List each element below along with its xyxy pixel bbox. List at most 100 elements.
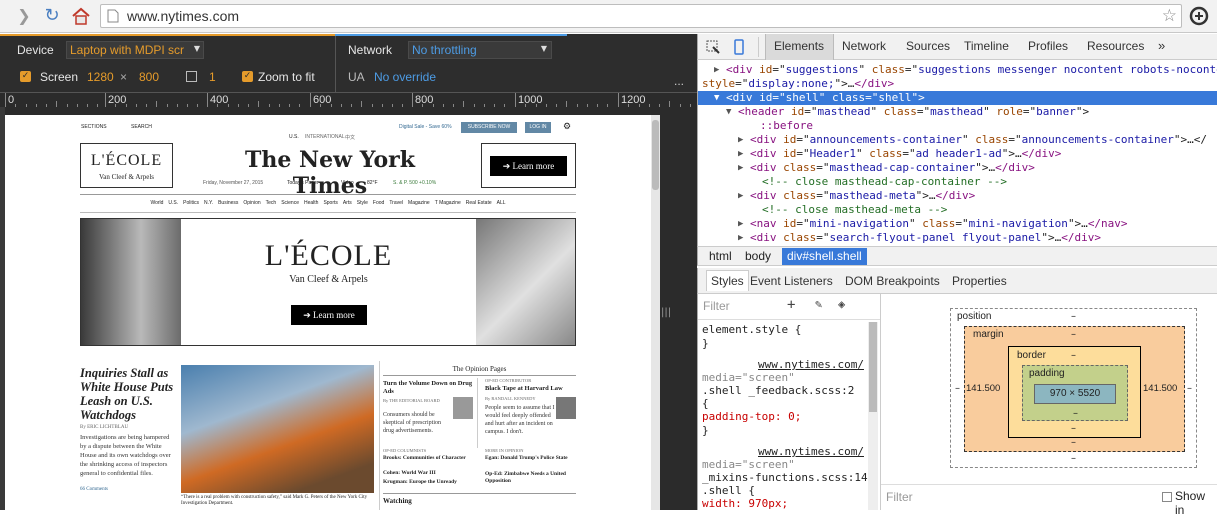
style-line[interactable]: .shell _feedback.scss:2 <box>702 384 854 397</box>
tab-timeline[interactable]: Timeline <box>964 39 1009 53</box>
style-line[interactable]: { <box>702 397 709 410</box>
nyt-nav-item[interactable]: U.S. <box>168 200 178 209</box>
extension-icon[interactable] <box>1188 5 1210 30</box>
nyt-nav-item[interactable]: Opinion <box>243 200 260 209</box>
page-scrollbar[interactable] <box>651 115 660 510</box>
expand-triangle-icon[interactable]: ▶ <box>714 63 719 77</box>
op3[interactable]: Brooks: Communities of Character <box>383 455 475 462</box>
lead-headline[interactable]: Inquiries Stall as White House Puts Leas… <box>80 366 175 422</box>
op2-headline[interactable]: Black Tape at Harvard Law <box>485 385 575 392</box>
ad-right[interactable]: ➔ Learn more <box>481 143 576 188</box>
styles-tab-3[interactable]: Properties <box>952 274 1007 288</box>
op4[interactable]: Cohen: World War III <box>383 470 436 476</box>
more-options-icon[interactable]: ... <box>674 74 684 88</box>
nyt-nav-item[interactable]: Tech <box>266 200 277 209</box>
lead-photo[interactable] <box>181 365 374 493</box>
tab-network[interactable]: Network <box>842 39 886 53</box>
dom-node[interactable]: ▶ <div id="announcements-container" class… <box>698 133 1217 147</box>
margin-right-value[interactable]: 141.500 <box>1143 383 1177 394</box>
style-line[interactable]: } <box>702 337 709 350</box>
network-select[interactable]: No throttling ▼ <box>408 41 552 59</box>
nyt-nav-item[interactable]: Health <box>304 200 318 209</box>
style-line[interactable]: _mixins-functions.scss:14 <box>702 471 868 484</box>
home-icon[interactable] <box>71 6 91 26</box>
dom-node[interactable]: <!-- close masthead-meta --> <box>698 203 1217 217</box>
nyt-nav-item[interactable]: Sports <box>323 200 337 209</box>
forward-icon[interactable]: ❯ <box>14 6 34 26</box>
crumb-1[interactable]: body <box>740 248 776 265</box>
nyt-nav-item[interactable]: T Magazine <box>435 200 461 209</box>
inspect-icon[interactable] <box>706 40 720 57</box>
zoom-checkbox[interactable]: ✓ <box>242 71 253 82</box>
dom-node[interactable]: ▶ <div class="masthead-meta">…</div> <box>698 189 1217 203</box>
style-line[interactable]: media="screen" <box>702 371 795 384</box>
tab-profiles[interactable]: Profiles <box>1028 39 1068 53</box>
tab-sources[interactable]: Sources <box>906 39 950 53</box>
reload-icon[interactable]: ↻ <box>42 6 62 26</box>
search-button[interactable]: SEARCH <box>131 124 152 130</box>
dom-node[interactable]: ▶ <nav id="mini-navigation" class="mini-n… <box>698 217 1217 231</box>
styles-tab-0[interactable]: Styles <box>706 270 749 291</box>
dom-node[interactable]: ▼ <div id="shell" class="shell"> <box>698 91 1217 105</box>
more-tabs-icon[interactable]: » <box>1158 38 1165 53</box>
bookmark-star-icon[interactable]: ☆ <box>1162 6 1177 26</box>
show-inherited-checkbox[interactable] <box>1162 492 1172 502</box>
screen-height[interactable]: 800 <box>139 70 159 84</box>
nyt-nav-item[interactable]: Food <box>373 200 384 209</box>
tab-elements[interactable]: Elements <box>774 39 824 53</box>
new-rule-icon[interactable]: + <box>787 297 795 313</box>
style-line[interactable]: } <box>702 424 709 437</box>
tab-resources[interactable]: Resources <box>1087 39 1144 53</box>
expand-triangle-icon[interactable]: ▶ <box>738 133 743 147</box>
ad-left[interactable]: L'ÉCOLE Van Cleef & Arpels <box>80 143 173 188</box>
device-select[interactable]: Laptop with MDPI scr ▼ <box>66 41 204 59</box>
computed-filter-input[interactable]: Filter <box>886 490 913 504</box>
style-line[interactable]: element.style { <box>702 323 801 336</box>
screen-width[interactable]: 1280 <box>87 70 114 84</box>
dom-node[interactable]: ::before <box>698 119 1217 133</box>
edition-us[interactable]: U.S. <box>289 134 299 140</box>
crumb-0[interactable]: html <box>704 248 737 265</box>
op7[interactable]: Op-Ed: Zimbabwe Needs a United Oppositio… <box>485 471 575 485</box>
expand-triangle-icon[interactable]: ▼ <box>726 105 731 119</box>
expand-triangle-icon[interactable]: ▶ <box>738 161 743 175</box>
style-line[interactable]: www.nytimes.com/ <box>758 358 864 371</box>
op5[interactable]: Krugman: Europe the Unready <box>383 479 457 485</box>
styles-scrollbar[interactable] <box>868 322 878 510</box>
subscribe-button[interactable]: SUBSCRIBE NOW <box>461 122 517 133</box>
box-content[interactable]: 970 × 5520 <box>1034 384 1116 404</box>
nyt-nav-item[interactable]: Real Estate <box>466 200 492 209</box>
dom-node[interactable]: ▼ <header id="masthead" class="masthead" … <box>698 105 1217 119</box>
expand-triangle-icon[interactable]: ▶ <box>738 217 743 231</box>
nyt-nav-item[interactable]: Magazine <box>408 200 430 209</box>
scale-value[interactable]: 1 <box>209 70 216 84</box>
style-line[interactable]: width: 970px; <box>702 497 788 510</box>
nyt-nav-item[interactable]: Politics <box>183 200 199 209</box>
resize-handle[interactable]: ||| <box>661 307 671 318</box>
nyt-nav-item[interactable]: Science <box>281 200 299 209</box>
styles-tab-2[interactable]: DOM Breakpoints <box>845 274 940 288</box>
todays-paper-link[interactable]: Today's Paper <box>287 180 319 186</box>
nyt-nav-item[interactable]: Travel <box>389 200 403 209</box>
video-link[interactable]: Video <box>341 180 354 186</box>
market[interactable]: S. & P. 500 +0.10% <box>393 180 436 186</box>
dom-node[interactable]: ▶ <div class="search-flyout-panel flyout-… <box>698 231 1217 245</box>
digital-sale-link[interactable]: Digital Sale - Save 60% <box>399 124 452 130</box>
margin-left-value[interactable]: 141.500 <box>966 383 1000 394</box>
op6[interactable]: Egan: Donald Trump's Police State <box>485 455 575 462</box>
banner-ad[interactable]: L'ÉCOLE Van Cleef & Arpels ➔ Learn more <box>80 218 576 346</box>
nyt-nav-item[interactable]: World <box>150 200 163 209</box>
edition-zh[interactable]: 中文 <box>345 134 355 141</box>
expand-triangle-icon[interactable]: ▶ <box>738 147 743 161</box>
ad-learn-large[interactable]: ➔ Learn more <box>291 305 367 325</box>
nyt-nav-item[interactable]: Arts <box>343 200 352 209</box>
comments-link[interactable]: 66 Comments <box>80 487 108 492</box>
dom-node[interactable]: style="display:none;">…</div> <box>698 77 1217 91</box>
login-button[interactable]: LOG IN <box>525 122 551 133</box>
device-mode-icon[interactable] <box>734 39 744 58</box>
dom-node[interactable]: ▶ <div id="suggestions" class="suggestion… <box>698 63 1217 77</box>
nyt-nav-item[interactable]: Style <box>357 200 368 209</box>
nyt-nav-item[interactable]: N.Y. <box>204 200 213 209</box>
style-line[interactable]: .shell { <box>702 484 755 497</box>
weather[interactable]: 82°F <box>367 180 378 186</box>
